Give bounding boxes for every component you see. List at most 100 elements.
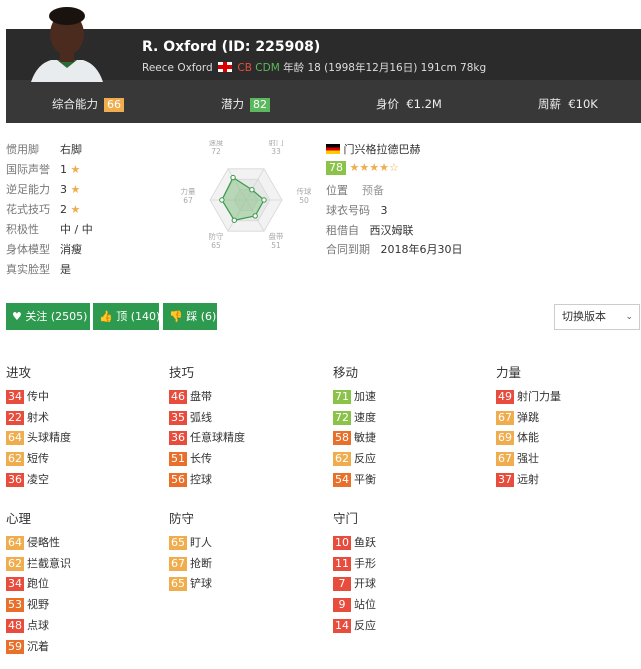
- category-heading: 心理: [6, 511, 32, 526]
- attribute-row: 67 抢断: [169, 556, 212, 571]
- radar-label: 速度: [209, 140, 224, 147]
- info-value: 1: [60, 163, 67, 176]
- attribute-value: 62: [6, 556, 24, 571]
- attribute-value: 64: [6, 536, 24, 550]
- like-button[interactable]: 👍 顶 (140): [93, 303, 160, 330]
- info-label: 积极性: [6, 223, 39, 236]
- attribute-value: 59: [6, 639, 24, 654]
- attribute-name: 开球: [354, 577, 376, 591]
- attribute-value: 9: [333, 598, 351, 613]
- club-stars-icon: ★★★★☆: [349, 161, 399, 174]
- attribute-value: 34: [6, 577, 24, 592]
- attribute-row: 64 头球精度: [6, 431, 71, 446]
- attribute-row: 7 开球: [333, 577, 376, 592]
- attribute-value: 72: [333, 410, 351, 425]
- attribute-row: 35 弧线: [169, 410, 212, 425]
- attribute-row: 46 盘带: [169, 390, 212, 404]
- attribute-name: 视野: [27, 598, 49, 612]
- player-name-id: R. Oxford (ID: 225908): [142, 39, 321, 55]
- attribute-value: 36: [169, 431, 187, 446]
- loan-row: 租借自 西汉姆联: [326, 222, 414, 238]
- potential-label: 潜力: [221, 97, 244, 111]
- attribute-row: 11 手形: [333, 556, 376, 571]
- info-value: 是: [60, 263, 71, 276]
- info-label: 逆足能力: [6, 183, 50, 196]
- attribute-name: 盯人: [190, 536, 212, 549]
- info-value: 2: [60, 203, 67, 216]
- radar-label-value: 33: [271, 147, 281, 156]
- club-name[interactable]: 门兴格拉德巴赫: [344, 143, 421, 156]
- star-icon: ★: [67, 163, 81, 176]
- follow-button[interactable]: ♥ 关注 (2505): [6, 303, 90, 330]
- attribute-value: 48: [6, 618, 24, 633]
- dislike-label: 踩 (6): [186, 310, 217, 323]
- shirt-value: 3: [380, 204, 388, 217]
- attribute-name: 短传: [27, 452, 49, 466]
- attribute-row: 71 加速: [333, 390, 376, 404]
- version-label: 切换版本: [562, 310, 606, 323]
- attribute-name: 站位: [354, 598, 376, 612]
- attribute-row: 62 短传: [6, 452, 49, 467]
- radar-label-value: 67: [183, 196, 193, 205]
- attribute-name: 跑位: [27, 577, 49, 591]
- attribute-name: 反应: [354, 618, 376, 632]
- attribute-row: 59 沉着: [6, 639, 49, 654]
- potential-stat: 潜力 82: [221, 96, 270, 112]
- attribute-name: 弹跳: [517, 410, 539, 424]
- attribute-name: 弧线: [190, 410, 212, 424]
- info-label: 惯用脚: [6, 143, 39, 156]
- attribute-name: 拦截意识: [27, 556, 71, 570]
- radar-label-value: 51: [271, 241, 281, 250]
- attribute-name: 铲球: [190, 577, 212, 591]
- category-heading: 技巧: [169, 365, 195, 380]
- loan-value[interactable]: 西汉姆联: [370, 224, 414, 237]
- attribute-row: 51 长传: [169, 452, 212, 467]
- attribute-row: 67 弹跳: [496, 410, 539, 425]
- heart-icon: ♥: [12, 310, 22, 323]
- attribute-row: 53 视野: [6, 598, 49, 613]
- overall-stat: 综合能力 66: [52, 96, 124, 112]
- radar-label-value: 50: [299, 196, 309, 205]
- dislike-button[interactable]: 👎 踩 (6): [163, 303, 217, 330]
- attribute-value: 11: [333, 556, 351, 571]
- attribute-value: 51: [169, 452, 187, 467]
- attribute-name: 体能: [517, 431, 539, 445]
- value-amount: €1.2M: [406, 97, 442, 111]
- attribute-name: 长传: [190, 452, 212, 466]
- radar-label-value: 72: [211, 147, 221, 156]
- club-rating-row: 78 ★★★★☆: [326, 161, 399, 175]
- attribute-row: 65 盯人: [169, 536, 212, 550]
- attribute-value: 14: [333, 618, 351, 633]
- attribute-row: 34 跑位: [6, 577, 49, 592]
- attribute-row: 36 任意球精度: [169, 431, 245, 446]
- loan-label: 租借自: [326, 224, 359, 237]
- attribute-value: 58: [333, 431, 351, 446]
- attribute-value: 10: [333, 536, 351, 550]
- attribute-name: 凌空: [27, 472, 49, 486]
- position-value: 预备: [362, 184, 384, 197]
- value-stat: 身价 €1.2M: [376, 96, 442, 112]
- attribute-value: 71: [333, 390, 351, 404]
- info-value: 中 / 中: [60, 223, 93, 236]
- attribute-value: 37: [496, 472, 514, 487]
- radar-label: 射门: [269, 140, 284, 147]
- radar-point: [252, 213, 258, 219]
- position-primary[interactable]: CB: [237, 62, 252, 74]
- attribute-row: 48 点球: [6, 618, 49, 633]
- attribute-row: 14 反应: [333, 618, 376, 633]
- contract-row: 合同到期 2018年6月30日: [326, 241, 463, 257]
- version-select[interactable]: 切换版本 ⌄: [554, 304, 640, 330]
- position-secondary[interactable]: CDM: [255, 62, 279, 74]
- attribute-name: 抢断: [190, 556, 212, 570]
- attribute-value: 22: [6, 410, 24, 425]
- info-row: 积极性 中 / 中: [6, 221, 93, 237]
- info-row: 国际声誉 1 ★: [6, 161, 80, 177]
- value-label: 身价: [376, 97, 399, 111]
- attribute-value: 69: [496, 431, 514, 446]
- category-heading: 移动: [333, 365, 359, 380]
- wage-stat: 周薪 €10K: [538, 96, 598, 112]
- attribute-name: 鱼跃: [354, 536, 376, 549]
- info-value: 右脚: [60, 143, 82, 156]
- attribute-name: 侵略性: [27, 536, 60, 549]
- attribute-name: 加速: [354, 390, 376, 403]
